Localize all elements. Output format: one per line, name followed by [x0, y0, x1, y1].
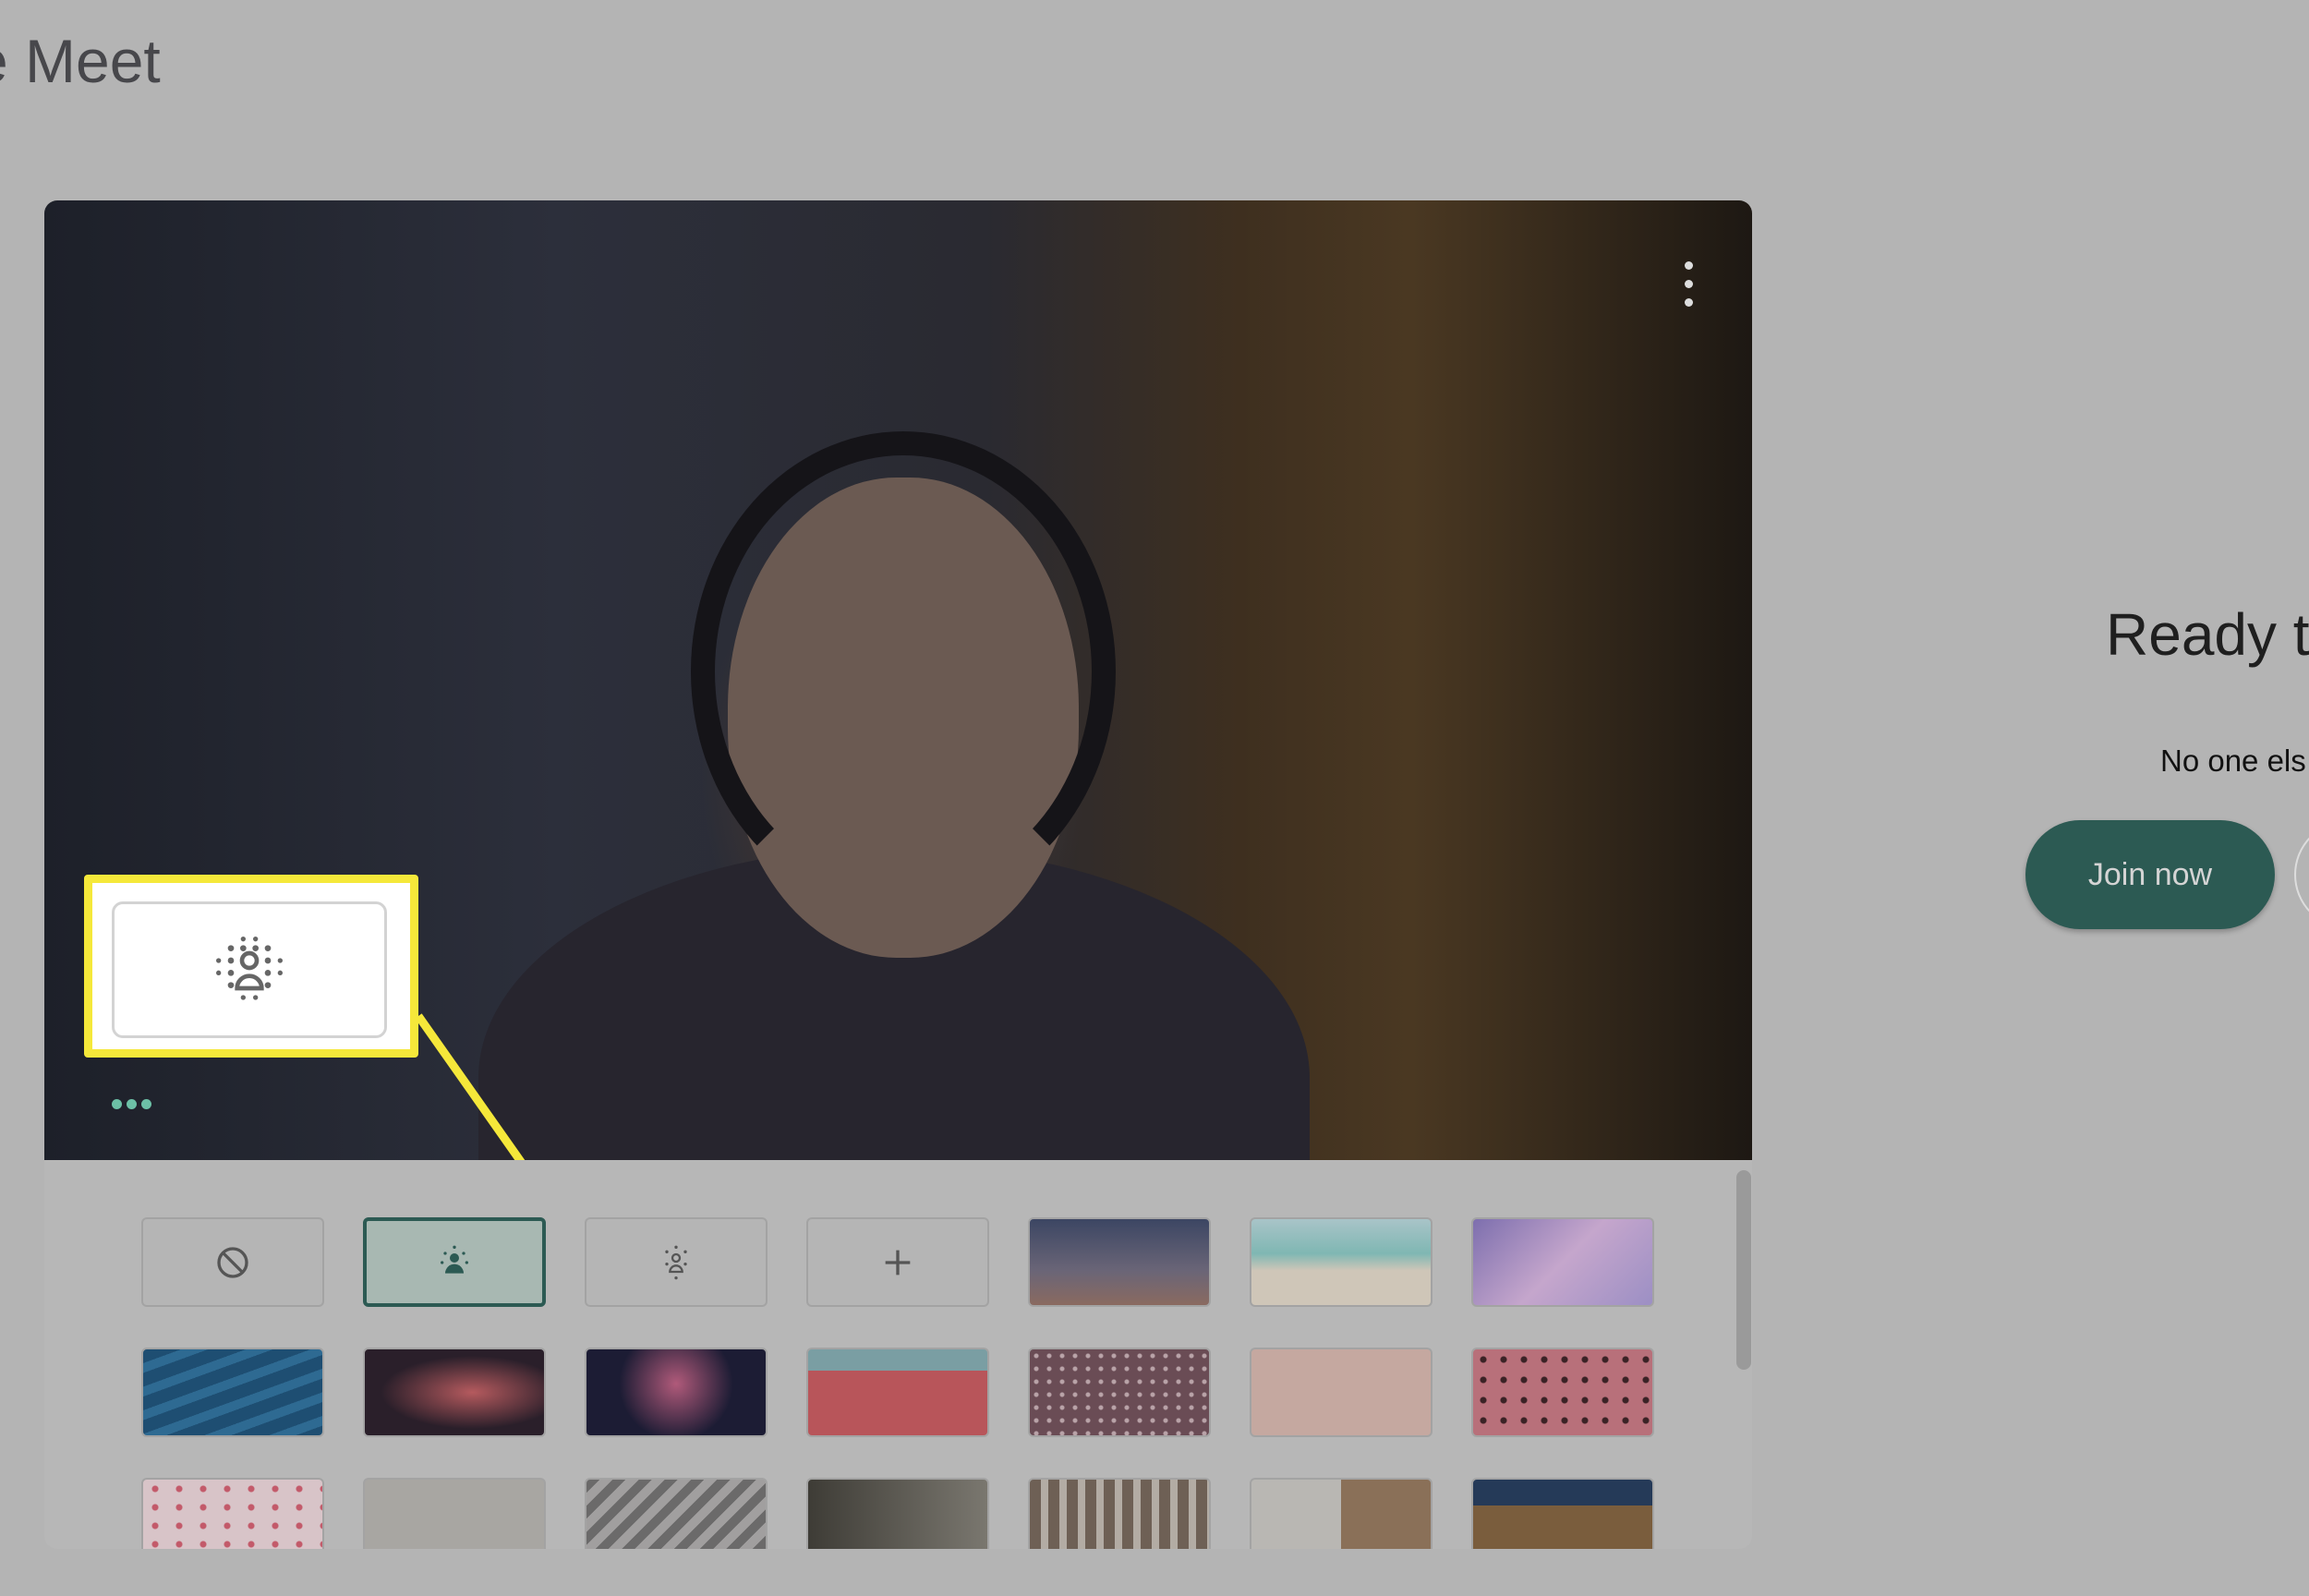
- effects-panel: [44, 1160, 1752, 1549]
- effect-tile-bedroom[interactable]: [585, 1478, 768, 1549]
- blur-icon: [665, 1245, 687, 1279]
- effect-tile-pink-pattern[interactable]: [1471, 1348, 1654, 1437]
- ready-heading: Ready t: [2106, 601, 2309, 668]
- join-now-button[interactable]: Join now: [2025, 820, 2275, 929]
- effect-tile-shelves[interactable]: [1250, 1478, 1433, 1549]
- effect-tile-galaxy[interactable]: [363, 1348, 546, 1437]
- effect-tile-pink-confetti[interactable]: [1250, 1348, 1433, 1437]
- effect-tile-no-effect[interactable]: [141, 1217, 324, 1307]
- effect-tile-confetti[interactable]: [141, 1478, 324, 1549]
- effect-tile-bookshelf[interactable]: [1028, 1478, 1211, 1549]
- participants-status: No one els: [2160, 744, 2306, 778]
- plus-icon: [885, 1250, 911, 1275]
- effect-tile-sunset[interactable]: [1028, 1217, 1211, 1307]
- effect-tile-office[interactable]: [363, 1478, 546, 1549]
- effect-tile-add-background[interactable]: [806, 1217, 989, 1307]
- blur-person-icon: [441, 1245, 468, 1274]
- block-icon: [217, 1246, 248, 1278]
- effect-tile-blur[interactable]: [585, 1217, 768, 1307]
- effect-tile-clouds[interactable]: [1471, 1217, 1654, 1307]
- effect-tile-water[interactable]: [141, 1348, 324, 1437]
- effect-tile-plants-room[interactable]: [806, 1478, 989, 1549]
- effect-tile-flower-field[interactable]: [1028, 1348, 1211, 1437]
- effect-tile-house[interactable]: [1471, 1478, 1654, 1549]
- effects-scrollbar[interactable]: [1736, 1170, 1751, 1370]
- effect-tile-fireworks[interactable]: [585, 1348, 768, 1437]
- effect-tile-flowers[interactable]: [806, 1348, 989, 1437]
- effect-tile-slight-blur[interactable]: [363, 1217, 546, 1307]
- effect-tile-beach[interactable]: [1250, 1217, 1433, 1307]
